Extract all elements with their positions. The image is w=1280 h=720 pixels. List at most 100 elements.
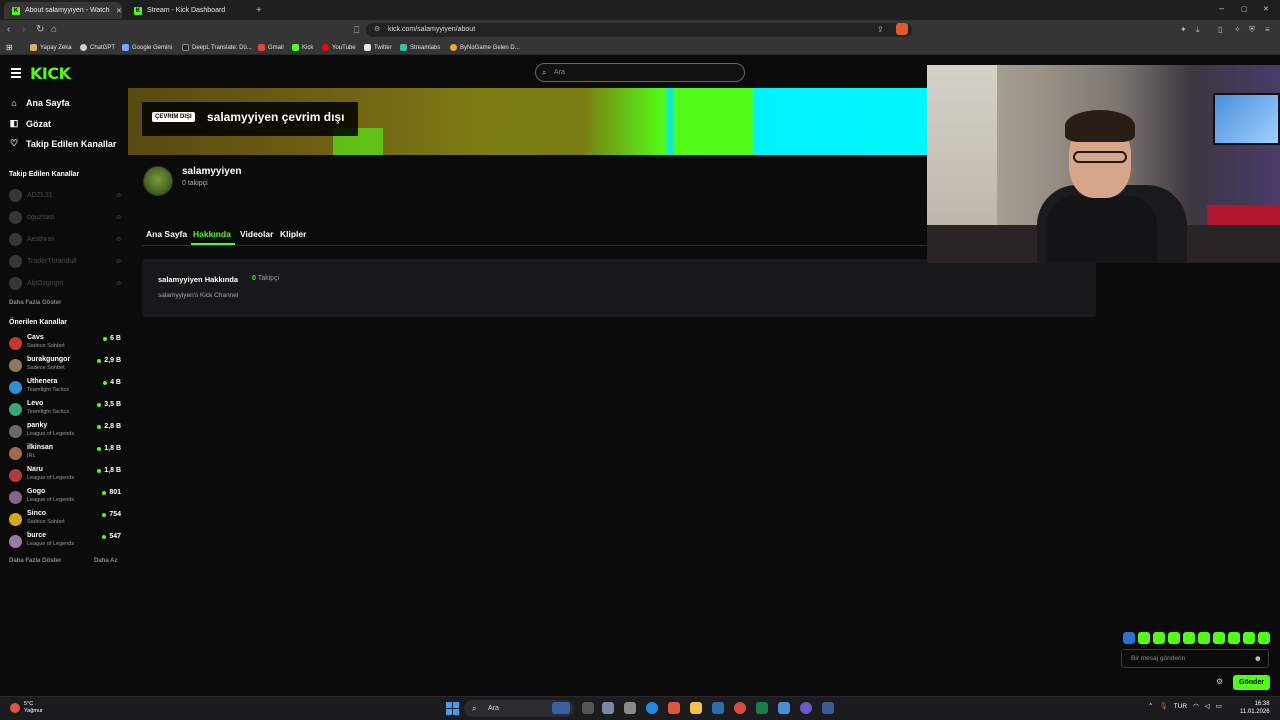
site-info-icon[interactable]: ⚙	[374, 23, 380, 37]
emote-icon[interactable]	[1228, 632, 1240, 644]
chat-message-input[interactable]: Bir mesaj gönderin ☻	[1121, 649, 1269, 668]
bookmark-item[interactable]: ByNoGame Gelen D...	[450, 42, 520, 53]
sidebar-item-home[interactable]: ⌂ Ana Sayfa	[9, 98, 69, 108]
discord-icon[interactable]	[800, 702, 812, 714]
bg-app-icon[interactable]	[756, 702, 768, 714]
back-icon[interactable]: ‹	[7, 24, 10, 36]
tab-home[interactable]: Ana Sayfa	[146, 229, 187, 239]
recommended-show-more-link[interactable]: Daha Fazla Göster	[9, 558, 61, 564]
recommended-show-less-link[interactable]: Daha Az	[94, 558, 117, 564]
recommended-channel[interactable]: Naru League of Legends 1,8 B	[9, 466, 121, 486]
download-icon[interactable]: ⤓	[1196, 24, 1200, 36]
wifi-icon[interactable]: ◠	[1193, 702, 1199, 710]
hamburger-menu-icon[interactable]	[11, 68, 21, 80]
sidebar-item-browse[interactable]: ◧ Gözat	[9, 118, 51, 129]
bookmark-item[interactable]: DeepL Translate: Dü...	[182, 42, 252, 53]
sidebar-item-following[interactable]: ♡ Takip Edilen Kanallar	[9, 138, 116, 149]
battery-icon[interactable]: ▭	[1216, 702, 1222, 710]
kick-logo[interactable]: KICK	[30, 64, 71, 83]
brave-icon[interactable]	[668, 702, 680, 714]
followed-channel[interactable]: ADZL31 ⊘	[9, 188, 121, 202]
recommended-channel[interactable]: Sinco Sadece Sohbet 754	[9, 510, 121, 530]
reload-icon[interactable]: ↻	[36, 24, 44, 36]
task-view-icon[interactable]	[582, 702, 594, 714]
microphone-icon[interactable]: 🎙	[1159, 702, 1167, 710]
emote-icon[interactable]	[1258, 632, 1270, 644]
tab-clips[interactable]: Klipler	[280, 229, 306, 239]
address-bar[interactable]: ⚙ kick.com/salamyyiyen/about	[366, 23, 912, 37]
brave-shield-icon[interactable]	[896, 23, 908, 35]
vpn-icon[interactable]: ⛨	[1249, 24, 1255, 36]
close-window-button[interactable]: ✕	[1263, 5, 1269, 13]
windows-start-icon[interactable]	[446, 702, 459, 715]
obs-icon[interactable]	[734, 702, 746, 714]
maximize-button[interactable]: ▢	[1241, 5, 1248, 13]
chat-settings-gear-icon[interactable]: ⚙	[1216, 677, 1223, 686]
tab-videos[interactable]: Videolar	[240, 229, 273, 239]
bookmark-item[interactable]: Google Gemini	[122, 42, 172, 53]
recommended-channel[interactable]: panky League of Legends 2,8 B	[9, 422, 121, 442]
bookmark-item[interactable]: Twitter	[364, 42, 392, 53]
browser-tab[interactable]: K Stream - Kick Dashboard	[126, 2, 246, 19]
forward-icon[interactable]: ›	[22, 24, 25, 36]
share-icon[interactable]: ⇪	[877, 24, 884, 36]
emote-icon[interactable]	[1198, 632, 1210, 644]
search-input[interactable]: ⌕ Ara	[535, 63, 745, 82]
emote-icon[interactable]	[1153, 632, 1165, 644]
recommended-channel[interactable]: Uthenera Teamfight Tactics 4 B	[9, 378, 121, 398]
close-tab-icon[interactable]: ✕	[116, 7, 122, 15]
bookmark-item[interactable]: Gmail	[258, 42, 284, 53]
emoji-picker-icon[interactable]: ☻	[1254, 650, 1262, 667]
emote-icon[interactable]	[1123, 632, 1135, 644]
recommended-channel[interactable]: burce League of Legends 547	[9, 532, 121, 552]
edge-icon[interactable]	[646, 702, 658, 714]
recommended-channel[interactable]: Cavs Sadece Sohbet 6 B	[9, 334, 121, 354]
bookmark-item[interactable]: ChatGPT	[80, 42, 115, 53]
emote-icon[interactable]	[1183, 632, 1195, 644]
snipping-tool-icon[interactable]	[602, 702, 614, 714]
calculator-icon[interactable]	[624, 702, 636, 714]
followed-channel[interactable]: TraderThrandull ⊘	[9, 254, 121, 268]
recommended-channel[interactable]: ilkinsan IRL 1,8 B	[9, 444, 121, 464]
settings-app-icon[interactable]	[778, 702, 790, 714]
leo-ai-icon[interactable]: ✧	[1234, 24, 1241, 36]
emote-icon[interactable]	[1138, 632, 1150, 644]
bookmark-item[interactable]: Streamlabs	[400, 42, 440, 53]
chevron-up-icon[interactable]: ⌃	[1148, 702, 1153, 710]
followed-channel[interactable]: Aesthrax ⊘	[9, 232, 121, 246]
followed-channel[interactable]: AlpOzgirgin ⊘	[9, 276, 121, 290]
search-highlight-icon[interactable]	[552, 702, 570, 714]
channel-name[interactable]: salamyyiyen	[182, 166, 242, 177]
followed-show-more-link[interactable]: Daha Fazla Göster	[9, 300, 61, 306]
emote-icon[interactable]	[1213, 632, 1225, 644]
tab-about[interactable]: Hakkında	[193, 229, 231, 239]
new-tab-button[interactable]: +	[248, 2, 262, 19]
extensions-icon[interactable]: ✦	[1180, 24, 1187, 36]
recommended-channel[interactable]: Gogo League of Legends 801	[9, 488, 121, 508]
taskbar-clock[interactable]: 16:38 11.01.2026	[1240, 700, 1270, 716]
recommended-channel[interactable]: burakgungor Sadece Sohbet 2,9 B	[9, 356, 121, 376]
language-indicator[interactable]: TUR	[1174, 703, 1187, 710]
sidebar-toggle-icon[interactable]: ▯	[1218, 24, 1222, 36]
store-icon[interactable]	[712, 702, 724, 714]
streamlabs-app-icon[interactable]	[822, 702, 834, 714]
weather-widget[interactable]: 5°C Yağmur	[10, 701, 50, 715]
bookmark-icon[interactable]: ⎕	[354, 24, 359, 36]
home-icon[interactable]: ⌂	[51, 24, 57, 36]
volume-icon[interactable]: ◁	[1205, 702, 1210, 710]
channel-avatar[interactable]	[143, 166, 173, 196]
menu-icon[interactable]: ≡	[1265, 24, 1270, 36]
browser-tab-active[interactable]: K About salamyyiyen - Watch Live ✕	[4, 2, 122, 19]
bookmark-item[interactable]: Yapay Zeka	[30, 42, 72, 53]
recommended-channel[interactable]: Levo Teamfight Tactics 3,5 B	[9, 400, 121, 420]
emote-icon[interactable]	[1243, 632, 1255, 644]
bookmark-item[interactable]: YouTube	[322, 42, 356, 53]
channel-category: Sadece Sohbet	[27, 365, 65, 371]
apps-grid-icon[interactable]: ⊞	[6, 42, 13, 53]
bookmark-item[interactable]: Kick	[292, 42, 313, 53]
emote-icon[interactable]	[1168, 632, 1180, 644]
minimize-button[interactable]: –	[1219, 3, 1224, 13]
followed-channel[interactable]: oguzsasi ⊘	[9, 210, 121, 224]
send-message-button[interactable]: Gönder	[1233, 675, 1270, 690]
file-explorer-icon[interactable]	[690, 702, 702, 714]
